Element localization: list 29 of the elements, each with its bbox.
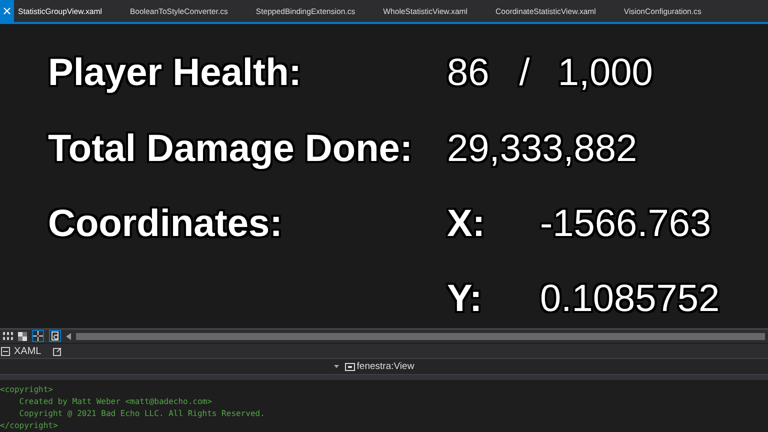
stat-label: Player Health: [48, 52, 302, 94]
popout-icon[interactable] [53, 346, 62, 356]
code-editor[interactable]: <copyright> Created by Matt Weber <matt@badecho.com> Copyright @ 2021 Bad Echo LLC. All Rights Reserved. </copyright> [0, 375, 768, 432]
checkerboard-icon[interactable] [18, 332, 27, 341]
axis-label: X: [447, 202, 486, 246]
stat-value: 86 [447, 52, 490, 96]
dropdown-caret-icon[interactable] [334, 365, 339, 368]
stat-label: Coordinates: [48, 202, 282, 245]
comment-line: Created by Matt Weber <matt@badecho.com> [18, 396, 212, 408]
stat-value: 29,333,882 [447, 128, 638, 171]
collapse-icon[interactable] [1, 346, 10, 356]
coordinate-value: -1566.763 [540, 202, 712, 246]
close-icon[interactable] [0, 0, 14, 22]
comment-line: Copyright @ 2021 Bad Echo LLC. All Rights Reserved. [18, 408, 265, 420]
axis-label: Y: [447, 278, 484, 322]
horizontal-scrollbar[interactable] [76, 332, 765, 340]
snap-button[interactable] [32, 330, 44, 342]
comment-line: <copyright> [0, 384, 53, 396]
pane-title: XAML [14, 346, 42, 357]
coordinate-value: 0.1085752 [540, 278, 720, 322]
stat-label: Total Damage Done: [48, 128, 413, 170]
comment-line: </copyright> [0, 420, 58, 432]
element-icon [344, 362, 355, 371]
scroll-left-icon[interactable] [66, 332, 71, 340]
stat-total: 1,000 [558, 52, 653, 96]
element-breadcrumb[interactable]: fenestra:View [344, 361, 414, 372]
document-button[interactable] [49, 330, 61, 342]
grid-icon[interactable] [3, 332, 13, 340]
separator: / [519, 52, 530, 96]
